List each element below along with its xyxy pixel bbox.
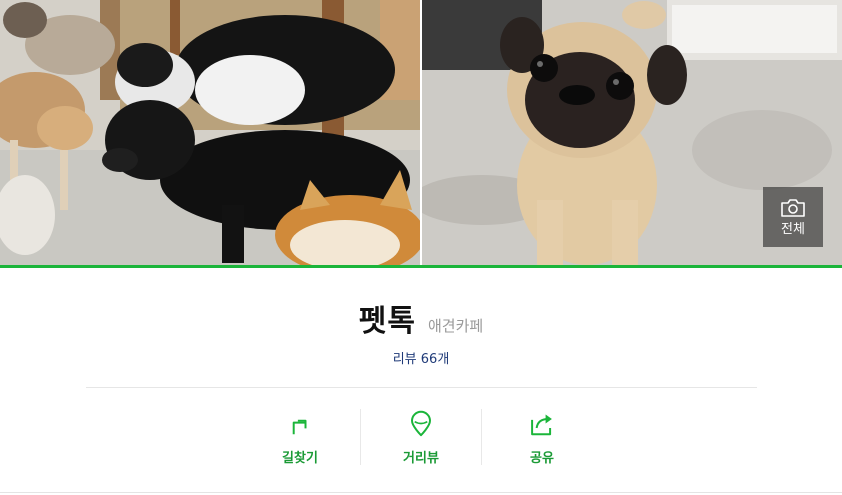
street-view-label: 거리뷰	[403, 451, 439, 466]
review-count-link[interactable]: 리뷰 66개	[0, 348, 842, 367]
map-pin-icon	[410, 410, 431, 437]
place-title: 펫톡 애견카페	[0, 296, 842, 340]
directions-button[interactable]: 길찾기	[240, 408, 360, 466]
action-bar: 길찾기 거리뷰 공유	[240, 408, 602, 466]
camera-icon	[781, 198, 805, 217]
view-all-photos-button[interactable]: 전체	[763, 187, 823, 247]
directions-label: 길찾기	[282, 451, 318, 466]
share-button[interactable]: 공유	[482, 408, 602, 466]
directions-icon	[292, 419, 307, 435]
photo-gallery: 전체	[0, 0, 842, 265]
accent-bar	[0, 265, 842, 268]
place-category: 애견카페	[428, 317, 484, 335]
street-view-button[interactable]: 거리뷰	[361, 408, 481, 466]
view-all-label: 전체	[781, 221, 805, 237]
place-name: 펫톡	[358, 304, 416, 339]
place-card: 전체 펫톡 애견카페 리뷰 66개 길찾기 거리뷰 공유	[0, 0, 842, 495]
photo-dogs-group[interactable]	[0, 0, 420, 265]
bottom-divider	[0, 492, 842, 493]
share-label: 공유	[530, 451, 554, 466]
section-divider	[86, 387, 757, 388]
dogs-group-image	[0, 0, 420, 265]
share-icon	[531, 414, 552, 436]
